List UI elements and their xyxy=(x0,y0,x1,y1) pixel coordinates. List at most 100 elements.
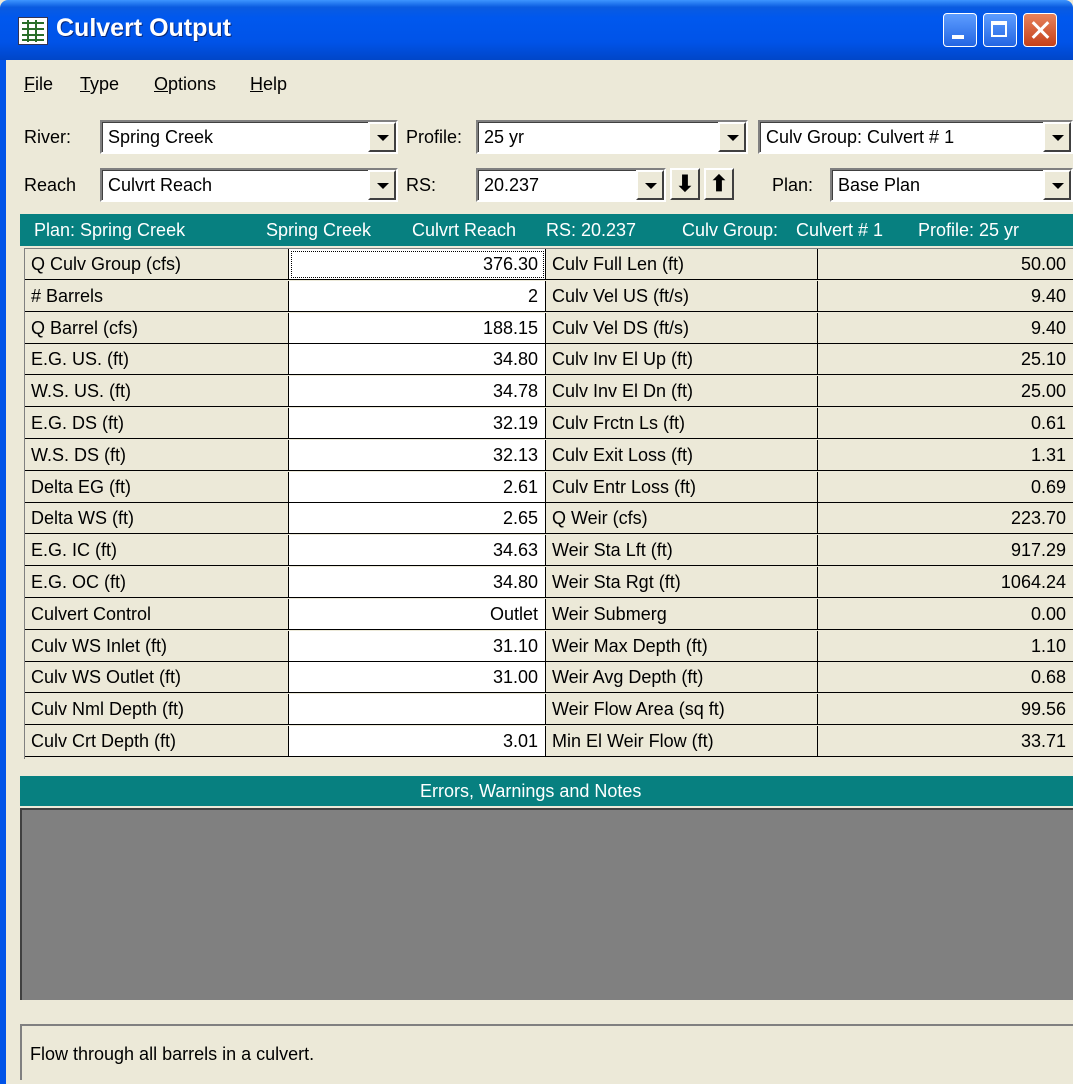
title-bar[interactable]: Culvert Output xyxy=(0,0,1073,60)
chevron-down-icon[interactable] xyxy=(1043,122,1071,152)
row-value-right[interactable]: 917.29 xyxy=(818,535,1073,567)
header-rs: RS: 20.237 xyxy=(546,220,637,240)
row-label: Culvert Control xyxy=(25,598,289,630)
header-culv-group: Culvert # 1 xyxy=(796,220,884,240)
row-value-right[interactable]: 25.00 xyxy=(818,376,1073,408)
menu-help[interactable]: Help xyxy=(250,74,287,95)
row-label: # Barrels xyxy=(25,280,289,312)
header-reach: Culvrt Reach xyxy=(412,220,517,240)
row-value[interactable]: 2 xyxy=(289,280,546,312)
window-frame-left xyxy=(0,60,6,1084)
row-value-right[interactable]: 50.00 xyxy=(818,249,1073,280)
row-label: Delta WS (ft) xyxy=(25,503,289,535)
reach-label: Reach xyxy=(24,175,77,195)
row-label: W.S. US. (ft) xyxy=(25,376,289,408)
row-label-right: Culv Vel US (ft/s) xyxy=(546,280,818,312)
row-label: Delta EG (ft) xyxy=(25,471,289,503)
row-label: Culv Nml Depth (ft) xyxy=(25,694,289,726)
row-value-right[interactable]: 1064.24 xyxy=(818,567,1073,598)
row-value-right[interactable]: 0.61 xyxy=(818,408,1073,439)
row-label-right: Weir Sta Rgt (ft) xyxy=(546,567,818,598)
reach-select[interactable]: Culvrt Reach xyxy=(100,168,398,202)
row-value[interactable]: 2.65 xyxy=(289,503,546,535)
row-label: Q Culv Group (cfs) xyxy=(25,249,289,280)
row-value[interactable]: 34.80 xyxy=(289,344,546,376)
row-value-right[interactable]: 223.70 xyxy=(818,503,1073,535)
menu-file[interactable]: File xyxy=(24,74,53,95)
row-label-right: Culv Exit Loss (ft) xyxy=(546,439,818,471)
row-label-right: Min El Weir Flow (ft) xyxy=(546,726,818,757)
chevron-down-icon[interactable] xyxy=(368,170,396,200)
row-label: E.G. OC (ft) xyxy=(25,567,289,598)
row-value[interactable]: 32.13 xyxy=(289,439,546,471)
row-label: Culv WS Inlet (ft) xyxy=(25,630,289,662)
maximize-button[interactable] xyxy=(983,13,1017,47)
profile-label: Profile: xyxy=(406,127,463,147)
row-value[interactable]: 34.63 xyxy=(289,535,546,567)
row-label-right: Culv Full Len (ft) xyxy=(546,249,818,280)
row-value-right[interactable]: 33.71 xyxy=(818,726,1073,757)
errors-title: Errors, Warnings and Notes xyxy=(420,781,642,801)
rs-label: RS: xyxy=(406,175,437,195)
chevron-down-icon[interactable] xyxy=(368,122,396,152)
close-button[interactable] xyxy=(1023,13,1057,47)
menu-type[interactable]: Type xyxy=(80,74,119,95)
river-value: Spring Creek xyxy=(108,127,214,147)
chevron-down-icon[interactable] xyxy=(636,170,664,200)
menu-options[interactable]: Options xyxy=(154,74,216,95)
culvert-output-window: Culvert Output File Type Options Help Ri… xyxy=(0,0,1073,1084)
profile-select[interactable]: 25 yr xyxy=(476,120,748,154)
rs-select[interactable]: 20.237 xyxy=(476,168,666,202)
row-value[interactable]: Outlet xyxy=(289,598,546,630)
row-value[interactable]: 3.01 xyxy=(289,726,546,757)
row-value-right[interactable]: 1.10 xyxy=(818,630,1073,662)
header-profile: Profile: 25 yr xyxy=(918,220,1020,240)
culv-group-select[interactable]: Culv Group: Culvert # 1 xyxy=(758,120,1073,154)
minimize-button[interactable] xyxy=(943,13,977,47)
row-label-right: Culv Vel DS (ft/s) xyxy=(546,312,818,344)
plan-select[interactable]: Base Plan xyxy=(830,168,1073,202)
row-label: W.S. DS (ft) xyxy=(25,439,289,471)
row-value[interactable]: 32.19 xyxy=(289,408,546,439)
next-rs-down-button[interactable]: ⬇ xyxy=(670,168,700,200)
row-value[interactable]: 34.78 xyxy=(289,376,546,408)
row-label: Culv WS Outlet (ft) xyxy=(25,662,289,694)
plan-value: Base Plan xyxy=(838,175,921,195)
menu-bar: File Type Options Help xyxy=(8,60,1073,108)
row-value-right[interactable]: 9.40 xyxy=(818,280,1073,312)
row-value[interactable]: 31.10 xyxy=(289,630,546,662)
row-value[interactable]: 2.61 xyxy=(289,471,546,503)
chevron-down-icon[interactable] xyxy=(718,122,746,152)
header-river: Spring Creek xyxy=(266,220,372,240)
row-value-right[interactable]: 0.68 xyxy=(818,662,1073,694)
header-culv-group-label: Culv Group: xyxy=(682,220,779,240)
river-select[interactable]: Spring Creek xyxy=(100,120,398,154)
row-value[interactable] xyxy=(289,694,546,726)
row-label-right: Culv Inv El Dn (ft) xyxy=(546,376,818,408)
profile-value: 25 yr xyxy=(484,127,525,147)
rs-value: 20.237 xyxy=(484,175,540,195)
table-icon xyxy=(18,17,48,45)
plan-label: Plan: xyxy=(772,175,814,195)
row-value-right[interactable]: 9.40 xyxy=(818,312,1073,344)
row-label-right: Weir Avg Depth (ft) xyxy=(546,662,818,694)
chevron-down-icon[interactable] xyxy=(1043,170,1071,200)
row-label-right: Culv Frctn Ls (ft) xyxy=(546,408,818,439)
row-label-right: Weir Flow Area (sq ft) xyxy=(546,694,818,726)
reach-value: Culvrt Reach xyxy=(108,175,213,195)
row-value[interactable]: 188.15 xyxy=(289,312,546,344)
row-value[interactable]: 34.80 xyxy=(289,567,546,598)
row-value-right[interactable]: 0.00 xyxy=(818,598,1073,630)
description-box: Flow through all barrels in a culvert. xyxy=(20,1024,1073,1080)
row-value-right[interactable]: 25.10 xyxy=(818,344,1073,376)
header-plan: Plan: Spring Creek xyxy=(34,220,186,240)
row-label-right: Weir Max Depth (ft) xyxy=(546,630,818,662)
row-value[interactable]: 31.00 xyxy=(289,662,546,694)
row-value-right[interactable]: 1.31 xyxy=(818,439,1073,471)
row-value-right[interactable]: 0.69 xyxy=(818,471,1073,503)
previous-rs-up-button[interactable]: ⬆ xyxy=(704,168,734,200)
row-label-right: Culv Inv El Up (ft) xyxy=(546,344,818,376)
row-value[interactable]: 376.30 xyxy=(289,249,546,280)
row-value-right[interactable]: 99.56 xyxy=(818,694,1073,726)
errors-header: Errors, Warnings and Notes xyxy=(20,776,1073,806)
